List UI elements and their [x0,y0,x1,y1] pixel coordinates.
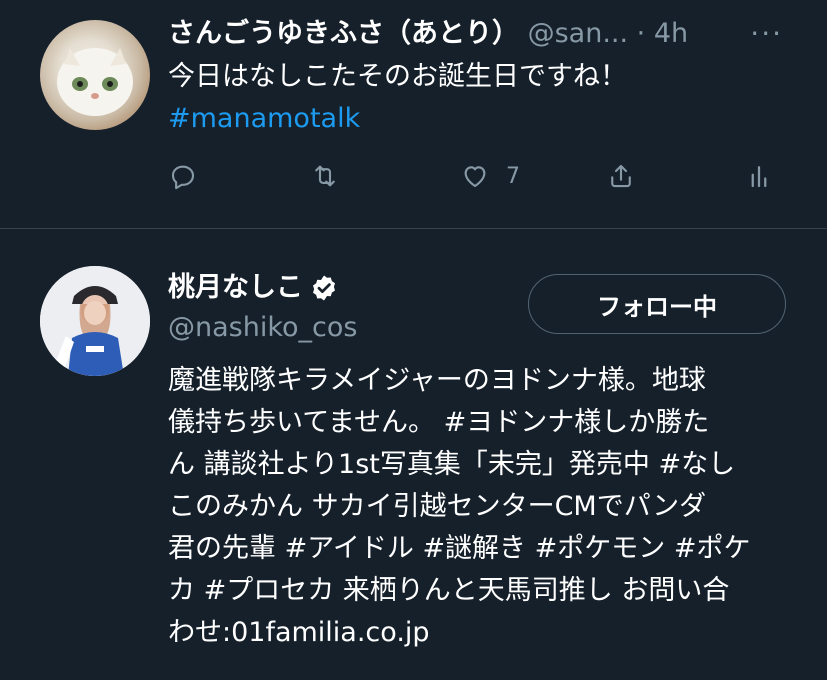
like-icon [464,166,486,188]
retweet-icon [315,165,335,187]
reply-icon [171,165,195,190]
analytics-button[interactable] [744,156,774,196]
like-button[interactable]: 7 [460,156,520,196]
display-name[interactable]: さんごうゆきふさ（あとり） [168,18,519,49]
user-handle[interactable]: @san... [528,18,628,49]
person-avatar-image [40,266,150,376]
cat-avatar-image [57,48,133,116]
share-icon [611,164,631,188]
timestamp[interactable]: · 4h [637,18,688,49]
bio-line: ん 講談社より1st写真集「未完」発売中 #なし [168,449,736,480]
profile-bio: 魔進戦隊キラメイジャーのヨドンナ様。地球 儀持ち歩いてません。 #ヨドンナ様しか… [168,360,788,654]
following-button[interactable]: フォロー中 [528,274,786,334]
tweet-actions: 7 [168,156,788,196]
like-count: 7 [506,163,520,189]
share-button[interactable] [606,156,636,196]
bio-line: 儀持ち歩いてません。 #ヨドンナ様しか勝た [168,407,710,438]
retweet-button[interactable] [310,156,340,196]
bio-line: このみかん サカイ引越センターCMでパンダ [168,491,707,522]
tweet-text-line: 今日はなしこたそのお誕生日ですね！ [168,61,627,92]
avatar[interactable] [40,20,150,130]
bio-line: 君の先輩 #アイドル #謎解き #ポケモン #ポケ [168,533,751,564]
divider [0,228,827,229]
profile-display-name[interactable]: 桃月なしこ [168,268,303,308]
profile-name[interactable]: 桃月なしこ [168,268,339,308]
bio-line: 魔進戦隊キラメイジャーのヨドンナ様。地球 [168,365,706,396]
reply-button[interactable] [168,156,198,196]
profile-handle[interactable]: @nashiko_cos [168,308,357,348]
tweet-header: さんごうゆきふさ（あとり） @san... · 4h [168,14,688,54]
hashtag-link[interactable]: #manamotalk [168,98,627,140]
more-options-icon[interactable]: ··· [750,14,783,54]
bio-line: わせ:01familia.co.jp [168,617,430,648]
profile-avatar[interactable] [40,266,150,376]
verified-badge-icon [313,275,335,301]
bio-line: カ #プロセカ 来栖りんと天馬司推し お問い合 [168,575,730,606]
tweet[interactable]: さんごうゆきふさ（あとり） @san... · 4h ··· 今日はなしこたその… [0,0,827,228]
tweet-text: 今日はなしこたそのお誕生日ですね！ #manamotalk [168,56,627,140]
analytics-icon [751,166,767,188]
